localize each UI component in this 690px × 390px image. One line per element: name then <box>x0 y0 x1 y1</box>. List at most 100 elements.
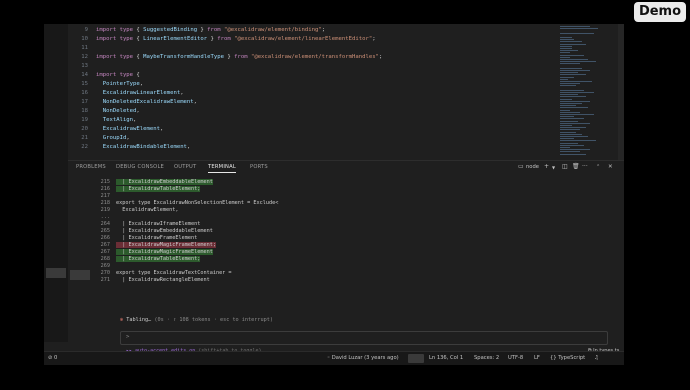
activity-indicator[interactable] <box>46 268 66 278</box>
terminal-line-text: | ExcalidrawIframeElement <box>116 221 201 227</box>
prompt-input[interactable]: > <box>120 331 608 345</box>
minimap-line <box>560 144 584 146</box>
terminal-line-number: ... <box>100 214 110 220</box>
terminal-line: 218 export type ExcalidrawNonSelectionEle… <box>86 200 279 207</box>
minimap-line <box>560 151 580 153</box>
terminal-line-number: 218 <box>100 200 110 206</box>
line-number: 16 <box>81 90 88 96</box>
minimap-line <box>560 48 572 49</box>
new-terminal-button[interactable]: + <box>544 163 549 170</box>
editor-scrollbar[interactable] <box>618 24 624 160</box>
terminal-line-text: ExcalidrawElement, <box>116 207 179 213</box>
code-token: PointerType <box>96 81 140 87</box>
terminal-line: 264 | ExcalidrawIframeElement <box>86 221 201 228</box>
code-token: , <box>186 144 191 150</box>
tab-terminal[interactable]: TERMINAL <box>208 164 236 173</box>
code-text: import type { LinearElementEditor } from… <box>96 35 376 44</box>
minimap-line <box>560 125 572 126</box>
minimap-line <box>560 37 572 38</box>
terminal-line-text: export type ExcalidrawTextContainer = <box>116 270 232 276</box>
terminal-line-number: 268 <box>100 256 110 262</box>
code-token: NonDeleted <box>96 108 137 114</box>
minimap-line <box>560 127 586 129</box>
code-token: ; <box>378 54 383 60</box>
chevron-down-icon[interactable]: ▼ <box>552 165 555 170</box>
code-token: ; <box>321 27 326 33</box>
terminal-name[interactable]: node <box>526 164 539 170</box>
terminal-line-text: | ExcalidrawFrameElement <box>116 235 198 241</box>
minimap-line <box>560 72 578 74</box>
code-token: NonDeletedExcalidrawElement <box>96 99 194 105</box>
code-token: import type <box>96 72 137 78</box>
search-icon[interactable] <box>408 354 424 363</box>
minimap-line <box>560 103 582 104</box>
problems-count[interactable]: ⊘ 0 <box>48 355 57 361</box>
line-number: 14 <box>81 72 88 78</box>
line-number: 10 <box>81 36 88 42</box>
chevron-up-icon[interactable]: ⌃ <box>596 164 600 170</box>
tab-output[interactable]: OUTPUT <box>174 164 196 170</box>
minimap-line <box>560 76 574 78</box>
code-token: , <box>136 108 140 114</box>
terminal-line-text: | ExcalidrawEmbeddableElement <box>116 228 213 234</box>
split-terminal-icon[interactable]: ◫ <box>562 163 568 170</box>
minimap-line <box>560 98 572 100</box>
tab-problems[interactable]: PROBLEMS <box>76 164 106 170</box>
git-blame[interactable]: ◦ David Luzar (3 years ago) <box>327 355 399 361</box>
cursor-position[interactable]: Ln 136, Col 1 <box>429 355 463 361</box>
minimap-line <box>560 70 590 71</box>
terminal-line-text: | ExcalidrawMagicFrameElement; <box>116 242 216 248</box>
code-editor[interactable]: 9 import type { SuggestedBinding } from "… <box>68 24 558 160</box>
notifications-icon[interactable]: ♫ <box>594 355 599 361</box>
terminal-line-number: 265 <box>100 228 110 234</box>
minimap-line <box>560 63 580 65</box>
bottom-panel: PROBLEMS DEBUG CONSOLE OUTPUT TERMINAL P… <box>68 160 624 354</box>
tab-ports[interactable]: PORTS <box>250 164 268 170</box>
minimap-line <box>560 109 570 111</box>
minimap-line <box>560 45 572 47</box>
minimap-line <box>560 59 588 60</box>
line-number: 18 <box>81 108 88 114</box>
code-token: , <box>160 126 164 132</box>
vscode-window: 9 import type { SuggestedBinding } from "… <box>44 24 624 365</box>
code-token: GroupId <box>96 135 127 141</box>
code-token: ExcalidrawBindableElement <box>96 144 187 150</box>
minimap-line <box>560 89 584 91</box>
tab-debug-console[interactable]: DEBUG CONSOLE <box>116 164 164 170</box>
terminal-line: 269 <box>86 263 116 270</box>
close-icon[interactable]: ✕ <box>608 164 613 170</box>
code-text: import type { <box>96 71 140 80</box>
code-text: ExcalidrawElement, <box>96 125 164 134</box>
terminal-line: 266 | ExcalidrawFrameElement <box>86 235 198 242</box>
minimap-line <box>560 67 582 69</box>
terminal-line-text: | ExcalidrawEmbeddableElement <box>116 179 213 185</box>
minimap[interactable] <box>558 24 618 160</box>
minimap-line <box>560 50 578 52</box>
minimap-line <box>560 111 580 113</box>
code-text: NonDeletedExcalidrawElement, <box>96 98 197 107</box>
indentation[interactable]: Spaces: 2 <box>474 355 499 361</box>
code-token: } <box>197 27 208 33</box>
code-token: from <box>217 36 235 42</box>
line-ending[interactable]: LF <box>534 355 540 361</box>
minimap-line <box>560 94 578 96</box>
encoding[interactable]: UTF-8 <box>508 355 523 361</box>
minimap-line <box>560 85 576 87</box>
code-token: , <box>126 135 130 141</box>
line-number: 20 <box>81 126 88 132</box>
minimap-line <box>560 120 578 122</box>
language-mode[interactable]: {} TypeScript <box>550 355 585 361</box>
trash-icon[interactable]: 🗑 <box>572 163 580 170</box>
terminal-line: 271 | ExcalidrawRectangleElement <box>86 277 210 284</box>
terminal-icon: ▭ <box>518 163 524 170</box>
minimap-line <box>560 100 590 102</box>
code-text: ExcalidrawLinearElement, <box>96 89 184 98</box>
terminal-line: 267 | ExcalidrawMagicFrameElement <box>86 249 213 256</box>
terminal-line-number: 269 <box>100 263 110 269</box>
terminal-line: 267 | ExcalidrawMagicFrameElement; <box>86 242 216 249</box>
terminal-line-text: | ExcalidrawTableElement; <box>116 186 201 192</box>
more-icon[interactable]: ··· <box>582 163 588 170</box>
line-number: 19 <box>81 117 88 123</box>
minimap-line <box>560 78 568 80</box>
status-bar: ⊘ 0 ◦ David Luzar (3 years ago) Ln 136, … <box>44 351 624 365</box>
